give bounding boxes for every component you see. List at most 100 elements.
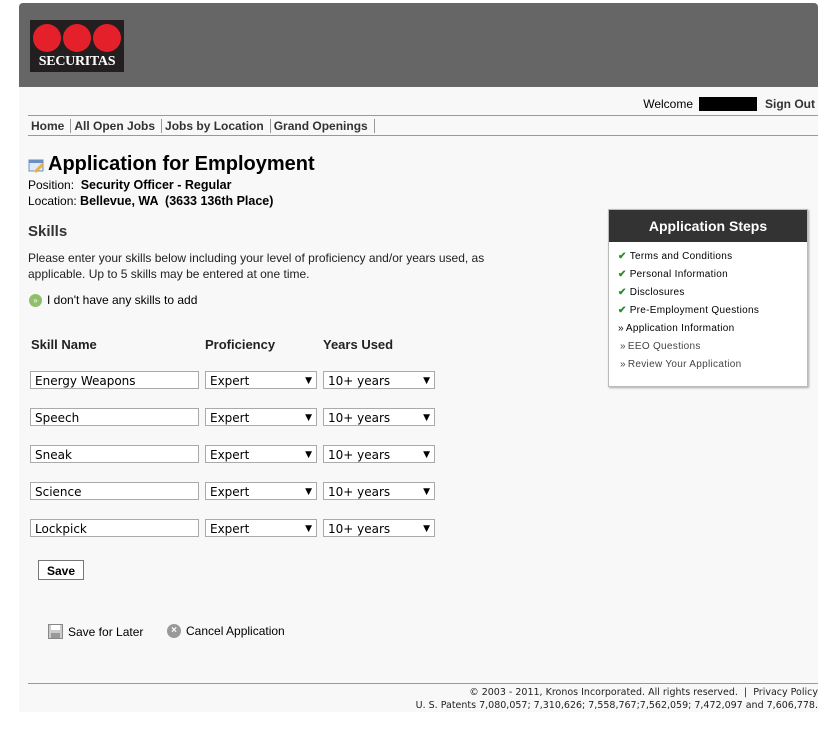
skill-name-input[interactable]: Energy Weapons	[30, 371, 199, 389]
years-used-value: 10+ years	[328, 485, 391, 499]
proficiency-value: Expert	[210, 522, 250, 536]
proficiency-select[interactable]: Expert ▼	[205, 408, 317, 426]
chevron-down-icon: ▼	[423, 413, 430, 423]
col-years-used: Years Used	[323, 337, 394, 352]
page-title: Application for Employment	[48, 153, 315, 175]
nav-grand-openings[interactable]: Grand Openings	[271, 119, 375, 133]
footer-divider	[28, 683, 818, 684]
skill-name-input[interactable]: Science	[30, 482, 199, 500]
footer: © 2003 - 2011, Kronos Incorporated. All …	[416, 686, 818, 712]
step-item: » EEO Questions	[618, 340, 807, 358]
years-used-value: 10+ years	[328, 448, 391, 462]
edit-form-icon	[28, 159, 44, 173]
step-item[interactable]: ✔ Pre-Employment Questions	[618, 304, 807, 322]
application-steps-panel: Application Steps ✔ Terms and Conditions ✔…	[608, 209, 808, 387]
skill-name-input[interactable]: Speech	[30, 408, 199, 426]
proficiency-value: Expert	[210, 485, 250, 499]
cancel-icon: ×	[167, 624, 181, 638]
page-title-row: Application for Employment	[28, 153, 315, 176]
step-arrow-icon: »	[618, 323, 624, 334]
checkmark-icon: ✔	[618, 305, 627, 316]
years-used-select[interactable]: 10+ years ▼	[323, 445, 435, 463]
step-label: Review Your Application	[627, 359, 742, 370]
proficiency-select[interactable]: Expert ▼	[205, 371, 317, 389]
years-used-value: 10+ years	[328, 522, 391, 536]
no-skills-link[interactable]: » I don't have any skills to add	[29, 293, 197, 307]
chevron-down-icon: ▼	[423, 524, 430, 534]
proficiency-value: Expert	[210, 411, 250, 425]
divider	[28, 135, 818, 136]
step-label: Pre-Employment Questions	[629, 305, 760, 316]
copyright: © 2003 - 2011, Kronos Incorporated. All …	[469, 687, 738, 698]
years-used-select[interactable]: 10+ years ▼	[323, 408, 435, 426]
proficiency-value: Expert	[210, 448, 250, 462]
divider	[28, 115, 818, 116]
position-line: Position: Security Officer - Regular	[28, 178, 231, 192]
chevron-down-icon: ▼	[305, 450, 312, 460]
step-label: Application Information	[625, 323, 735, 334]
position-value: Security Officer - Regular	[80, 178, 232, 192]
nav-jobs-by-location[interactable]: Jobs by Location	[162, 119, 271, 133]
skills-instructions: Please enter your skills below including…	[28, 250, 484, 282]
skill-name-input[interactable]: Lockpick	[30, 519, 199, 537]
step-item: » Review Your Application	[618, 358, 807, 376]
steps-title: Application Steps	[609, 210, 807, 242]
nav-home[interactable]: Home	[28, 119, 72, 133]
proficiency-select[interactable]: Expert ▼	[205, 482, 317, 500]
step-item[interactable]: ✔ Personal Information	[618, 268, 807, 286]
save-for-later-label: Save for Later	[68, 624, 144, 639]
proficiency-value: Expert	[210, 374, 250, 388]
footer-separator: |	[744, 687, 748, 698]
chevron-down-icon: ▼	[305, 376, 312, 386]
location-value: Bellevue, WA (3633 136th Place)	[80, 194, 274, 208]
save-for-later-link[interactable]: Save for Later	[48, 624, 143, 639]
step-item[interactable]: ✔ Disclosures	[618, 286, 807, 304]
step-label: Disclosures	[629, 287, 685, 298]
sign-out-link[interactable]: Sign Out	[765, 97, 815, 111]
cancel-application-link[interactable]: × Cancel Application	[167, 624, 285, 638]
floppy-disk-icon	[48, 624, 63, 639]
header-bar	[19, 3, 818, 87]
step-arrow-icon: »	[620, 341, 626, 352]
position-label: Position:	[28, 178, 75, 192]
instructions-line: Please enter your skills below including…	[28, 251, 485, 265]
checkmark-icon: ✔	[618, 269, 627, 280]
forward-icon: »	[29, 293, 42, 307]
years-used-value: 10+ years	[328, 411, 391, 425]
skills-heading: Skills	[28, 223, 68, 240]
years-used-value: 10+ years	[328, 374, 391, 388]
no-skills-label: I don't have any skills to add	[47, 293, 198, 307]
proficiency-select[interactable]: Expert ▼	[205, 519, 317, 537]
step-arrow-icon: »	[620, 359, 626, 370]
col-skill-name: Skill Name	[31, 337, 97, 352]
welcome-text: Welcome	[643, 97, 693, 111]
col-proficiency: Proficiency	[205, 337, 276, 352]
chevron-down-icon: ▼	[423, 487, 430, 497]
proficiency-select[interactable]: Expert ▼	[205, 445, 317, 463]
instructions-line: applicable. Up to 5 skills may be entere…	[28, 267, 310, 281]
chevron-down-icon: ▼	[305, 487, 312, 497]
privacy-policy-link[interactable]: Privacy Policy	[753, 687, 818, 698]
save-button[interactable]: Save	[38, 560, 84, 580]
years-used-select[interactable]: 10+ years ▼	[323, 371, 435, 389]
skill-name-input[interactable]: Sneak	[30, 445, 199, 463]
cancel-application-label: Cancel Application	[186, 624, 285, 638]
years-used-select[interactable]: 10+ years ▼	[323, 519, 435, 537]
step-label: Terms and Conditions	[629, 251, 733, 262]
chevron-down-icon: ▼	[305, 524, 312, 534]
location-line: Location: Bellevue, WA (3633 136th Place…	[28, 194, 273, 208]
securitas-logo[interactable]: SECURITAS	[30, 20, 124, 72]
chevron-down-icon: ▼	[423, 376, 430, 386]
chevron-down-icon: ▼	[305, 413, 312, 423]
logo-text: SECURITAS	[38, 54, 116, 69]
welcome-area: Welcome Sign Out	[643, 97, 815, 111]
step-item[interactable]: ✔ Terms and Conditions	[618, 250, 807, 268]
checkmark-icon: ✔	[618, 287, 627, 298]
redacted-username	[699, 97, 757, 111]
nav-all-open-jobs[interactable]: All Open Jobs	[71, 119, 163, 133]
location-label: Location:	[28, 194, 77, 208]
checkmark-icon: ✔	[618, 251, 627, 262]
step-item[interactable]: » Application Information	[618, 322, 807, 340]
patents: U. S. Patents 7,080,057; 7,310,626; 7,55…	[415, 700, 818, 711]
years-used-select[interactable]: 10+ years ▼	[323, 482, 435, 500]
